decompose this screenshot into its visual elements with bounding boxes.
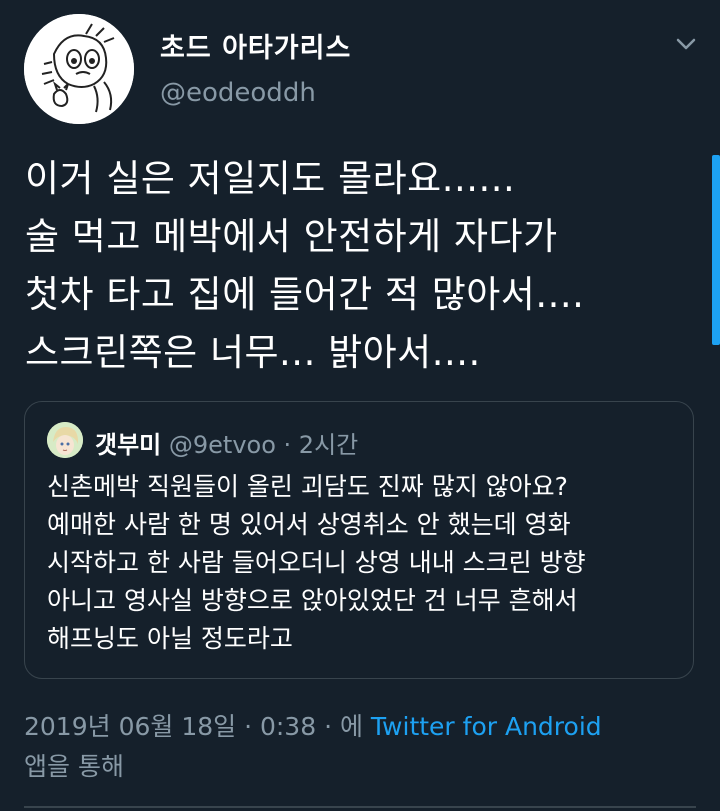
quoted-time[interactable]: 2시간 <box>299 431 358 459</box>
sketch-avatar-icon <box>24 14 134 124</box>
tweet-source-link[interactable]: Twitter for Android <box>371 712 602 741</box>
scrollbar[interactable] <box>712 155 720 345</box>
author-display-name[interactable]: 초드 아타가리스 <box>160 26 351 65</box>
quoted-tweet-header: 갯부미 @9etvoo · 2시간 <box>95 425 358 460</box>
tweet-footer: 2019년 06월 18일 · 0:38 · 에 Twitter for And… <box>24 707 684 787</box>
anime-avatar-icon <box>47 422 83 458</box>
tweet-detail: 초드 아타가리스 @eodeoddh 이거 실은 저일지도 몰라요...... … <box>0 0 720 811</box>
tweet-timestamp[interactable]: 2019년 06월 18일 · 0:38 · 에 <box>24 712 371 741</box>
divider <box>24 806 696 808</box>
author-avatar[interactable] <box>24 14 134 124</box>
tweet-source-suffix: 앱을 통해 <box>24 752 124 781</box>
author-handle[interactable]: @eodeoddh <box>160 78 316 108</box>
quoted-tweet[interactable]: 갯부미 @9etvoo · 2시간 신촌메박 직원들이 올린 괴담도 진짜 많지… <box>24 401 694 679</box>
quoted-author-avatar[interactable] <box>47 422 83 458</box>
chevron-down-icon[interactable] <box>674 32 698 56</box>
quoted-author-display-name[interactable]: 갯부미 <box>95 431 161 459</box>
quoted-author-handle[interactable]: @9etvoo <box>169 431 276 459</box>
tweet-text: 이거 실은 저일지도 몰라요...... 술 먹고 메박에서 안전하게 자다가 … <box>25 157 585 374</box>
quoted-separator: · <box>275 431 299 459</box>
quoted-tweet-text: 신촌메박 직원들이 올린 괴담도 진짜 많지 않아요? 예매한 사람 한 명 있… <box>47 472 586 653</box>
